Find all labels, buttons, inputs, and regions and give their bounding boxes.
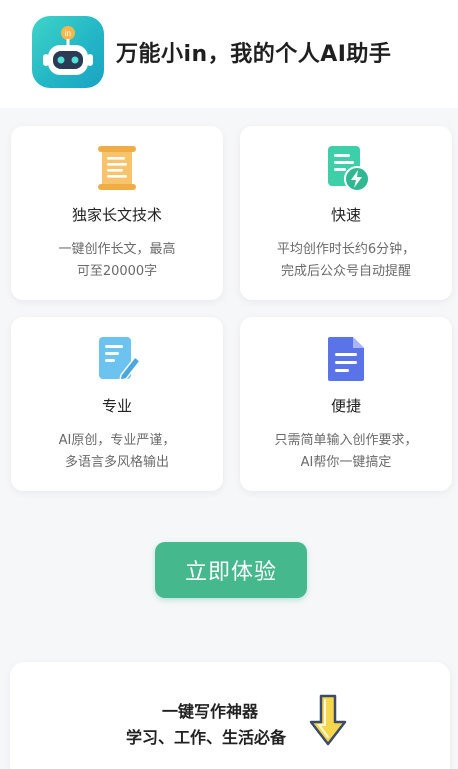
promo-title: 一键写作神器 <box>162 702 259 721</box>
card-title: 独家长文技术 <box>71 206 162 224</box>
feature-card-convenient: 便捷 只需简单输入创作要求， AI帮你一键搞定 <box>240 317 452 491</box>
app-title: 万能小in，我的个人AI助手 <box>116 42 392 67</box>
card-description: 平均创作时长约6分钟， 完成后公众号自动提醒 <box>276 242 416 279</box>
promo-subtitle: 学习、工作、生活必备 <box>126 728 287 747</box>
card-description: 一键创作长文，最高 可至20000字 <box>58 242 176 279</box>
feature-card-fast: 快速 平均创作时长约6分钟， 完成后公众号自动提醒 <box>240 126 452 300</box>
feature-card-long-text: 独家长文技术 一键创作长文，最高 可至20000字 <box>11 126 223 300</box>
card-title: 便捷 <box>330 397 361 415</box>
promo-card[interactable]: 一键写作神器 学习、工作、生活必备 <box>10 662 450 769</box>
document-icon <box>328 337 364 381</box>
header: in 万能小in，我的个人AI助手 <box>0 0 458 108</box>
card-description: 只需简单输入创作要求， AI帮你一键搞定 <box>274 433 418 470</box>
down-arrow-icon <box>309 694 347 746</box>
scroll-icon <box>98 146 136 190</box>
flash-doc-icon <box>328 146 370 192</box>
card-title: 专业 <box>101 397 132 415</box>
try-now-button[interactable]: 立即体验 <box>155 542 307 598</box>
feature-card-professional: 专业 AI原创，专业严谨， 多语言多风格输出 <box>11 317 223 491</box>
app-logo: in <box>32 16 104 88</box>
card-title: 快速 <box>330 206 361 224</box>
card-description: AI原创，专业严谨， 多语言多风格输出 <box>58 433 176 470</box>
svg-text:in: in <box>65 29 71 38</box>
edit-doc-icon <box>99 337 142 381</box>
